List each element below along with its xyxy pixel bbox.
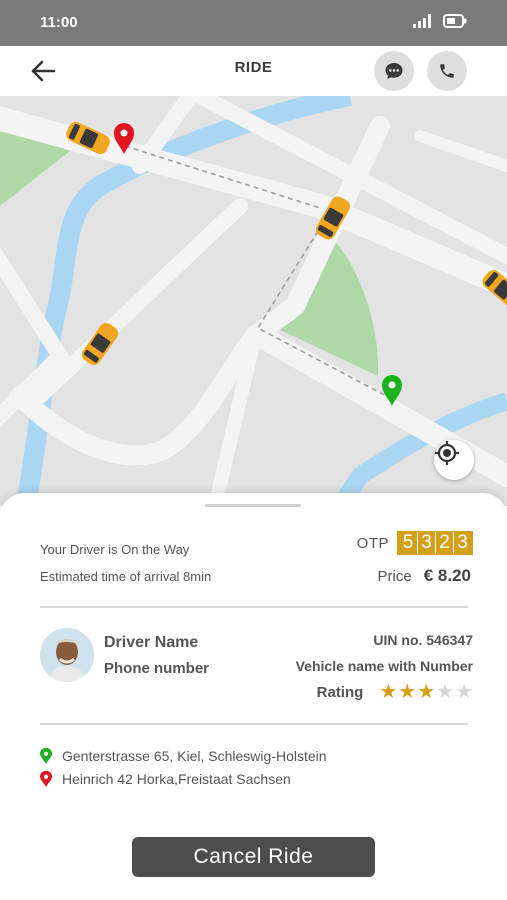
sheet-drag-handle[interactable]: [205, 504, 301, 507]
rating-label: Rating: [316, 683, 364, 701]
pickup-address-row: Genterstrasse 65, Kiel, Schleswig-Holste…: [40, 748, 327, 764]
otp-digit: 3: [453, 532, 471, 554]
price-label: Price: [377, 568, 412, 585]
dropoff-address-row: Heinrich 42 Horka,Freistaat Sachsen: [40, 771, 291, 787]
driver-avatar-image: [40, 628, 94, 682]
uin-number: UIN no. 546347: [373, 632, 473, 648]
divider: [40, 606, 468, 608]
signal-icon: [413, 14, 431, 28]
map-pin-red-icon: [40, 771, 56, 787]
chat-button[interactable]: [374, 51, 414, 91]
otp-digit: 2: [435, 532, 453, 554]
road: [414, 130, 507, 172]
battery-icon: [443, 14, 467, 28]
map-canvas: [0, 96, 507, 506]
locate-me-button[interactable]: [434, 440, 474, 480]
star-empty-icon: ★: [455, 681, 473, 703]
driver-phone[interactable]: Phone number: [104, 660, 209, 677]
app-header: RIDE: [0, 46, 507, 96]
map-view[interactable]: [0, 96, 507, 506]
driver-avatar: [40, 628, 94, 682]
phone-icon: [440, 64, 454, 78]
otp-digits: 5 3 2 3: [397, 531, 473, 555]
otp-digit: 3: [417, 532, 435, 554]
divider: [40, 723, 468, 725]
driver-name: Driver Name: [104, 634, 199, 651]
rating-stars: ★ ★ ★ ★ ★: [379, 682, 473, 702]
dropoff-address: Heinrich 42 Horka,Freistaat Sachsen: [62, 771, 291, 787]
route-line: [124, 145, 321, 209]
pickup-address: Genterstrasse 65, Kiel, Schleswig-Holste…: [62, 748, 327, 764]
star-filled-icon: ★: [379, 681, 398, 703]
eta-text: Estimated time of arrival 8min: [40, 569, 212, 584]
price-value: € 8.20: [423, 566, 471, 585]
status-time: 11:00: [40, 14, 78, 31]
chat-bubble-icon: [385, 63, 403, 79]
map-pin-green-icon: [40, 748, 56, 764]
vehicle-info: Vehicle name with Number: [295, 658, 473, 674]
otp-block: OTP 5 3 2 3: [357, 531, 473, 555]
status-icons: [413, 14, 467, 28]
star-filled-icon: ★: [417, 681, 436, 703]
driver-status-text: Your Driver is On the Way: [40, 542, 190, 557]
rating-block: Rating ★ ★ ★ ★ ★: [317, 682, 473, 702]
otp-digit: 5: [402, 532, 414, 553]
star-filled-icon: ★: [398, 681, 417, 703]
crosshair-icon: [435, 441, 459, 465]
call-button[interactable]: [427, 51, 467, 91]
star-empty-icon: ★: [436, 681, 455, 703]
price-block: Price € 8.20: [378, 566, 471, 586]
otp-label: OTP: [356, 534, 389, 552]
ride-details-sheet: Your Driver is On the Way Estimated time…: [0, 493, 507, 900]
cancel-ride-button[interactable]: Cancel Ride: [132, 837, 375, 877]
status-bar: 11:00: [0, 0, 507, 46]
